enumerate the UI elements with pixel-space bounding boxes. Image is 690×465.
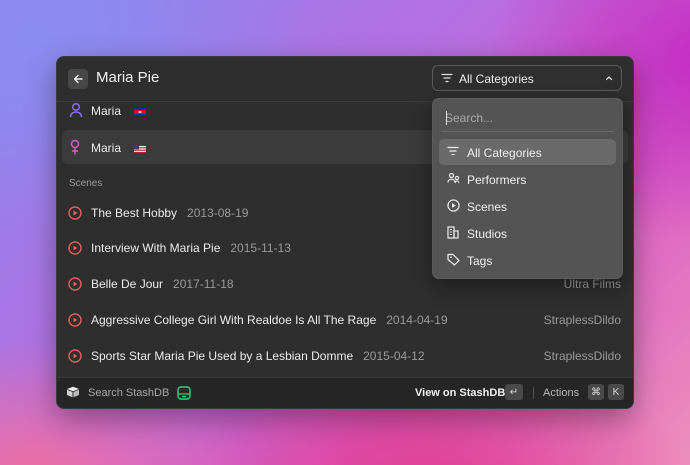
arrow-left-icon [73,74,83,84]
scene-date: 2015-11-13 [230,241,291,255]
performer-name: Maria [91,141,122,155]
k-key: K [608,384,624,400]
back-button[interactable] [68,69,88,89]
person-female-icon [70,139,80,155]
enter-key: ↵ [505,384,523,400]
category-select-label: All Categories [459,72,534,86]
play-circle-icon [68,349,82,363]
cmd-key: ⌘ [588,384,604,400]
category-option-performers[interactable]: Performers [439,166,616,192]
scene-date: 2015-04-12 [363,349,425,363]
section-header-scenes: Scenes [69,178,103,189]
play-circle-icon [68,206,82,220]
category-option-all[interactable]: All Categories [439,139,616,165]
view-on-stashdb-button[interactable]: View on StashDB [415,387,505,399]
category-option-label: Performers [467,173,527,187]
category-option-studios[interactable]: Studios [439,220,616,246]
scene-date: 2017-11-18 [173,277,234,291]
scene-title: Interview With Maria Pie [91,241,221,255]
category-select[interactable]: All Categories [432,65,622,91]
box-icon [67,386,79,398]
footer: Search StashDB View on StashDB ↵ Actions… [57,377,633,408]
category-option-label: Scenes [467,200,508,214]
scene-title: Aggressive College Girl With Realdoe Is … [91,313,377,327]
play-circle-icon [68,241,82,255]
page-title: Maria Pie [96,69,160,86]
category-option-label: Studios [467,227,508,241]
filter-icon [441,73,453,83]
flag-kh-icon [134,107,147,116]
text-caret [446,111,447,125]
category-option-scenes[interactable]: Scenes [439,193,616,219]
command-palette-window: Maria Pie All Categories Maria Maria Sce… [56,56,634,409]
scene-title: Sports Star Maria Pie Used by a Lesbian … [91,349,354,363]
performer-name: Maria [91,104,122,118]
search-stashdb-label[interactable]: Search StashDB [88,387,169,399]
category-option-label: All Categories [467,146,542,160]
scene-studio: Ultra Films [563,277,621,291]
scene-studio: StraplessDildo [543,313,621,327]
person-male-icon [69,102,83,118]
scene-row[interactable]: Aggressive College Girl With Realdoe Is … [57,303,633,337]
scene-title: Belle De Jour [91,277,164,291]
category-option-label: Tags [467,254,493,268]
scene-studio: StraplessDildo [543,349,621,363]
chevron-up-icon [605,76,613,81]
play-circle-icon [68,313,82,327]
flag-us-icon [134,144,147,153]
performers-icon [447,172,460,184]
tag-icon [447,253,460,266]
category-search-input[interactable] [441,105,614,132]
category-dropdown: All Categories Performers Scenes Studi [432,98,623,279]
divider [533,387,534,399]
actions-button[interactable]: Actions [543,387,579,399]
scene-title: The Best Hobby [91,206,178,220]
scene-date: 2013-08-19 [187,206,249,220]
building-icon [447,226,459,239]
filter-icon [447,146,459,156]
scene-date: 2014-04-19 [386,313,448,327]
play-circle-icon [447,199,460,212]
stashdb-icon [177,386,191,400]
scene-row[interactable]: Sports Star Maria Pie Used by a Lesbian … [57,339,633,373]
play-circle-icon [68,277,82,291]
category-option-tags[interactable]: Tags [439,247,616,273]
